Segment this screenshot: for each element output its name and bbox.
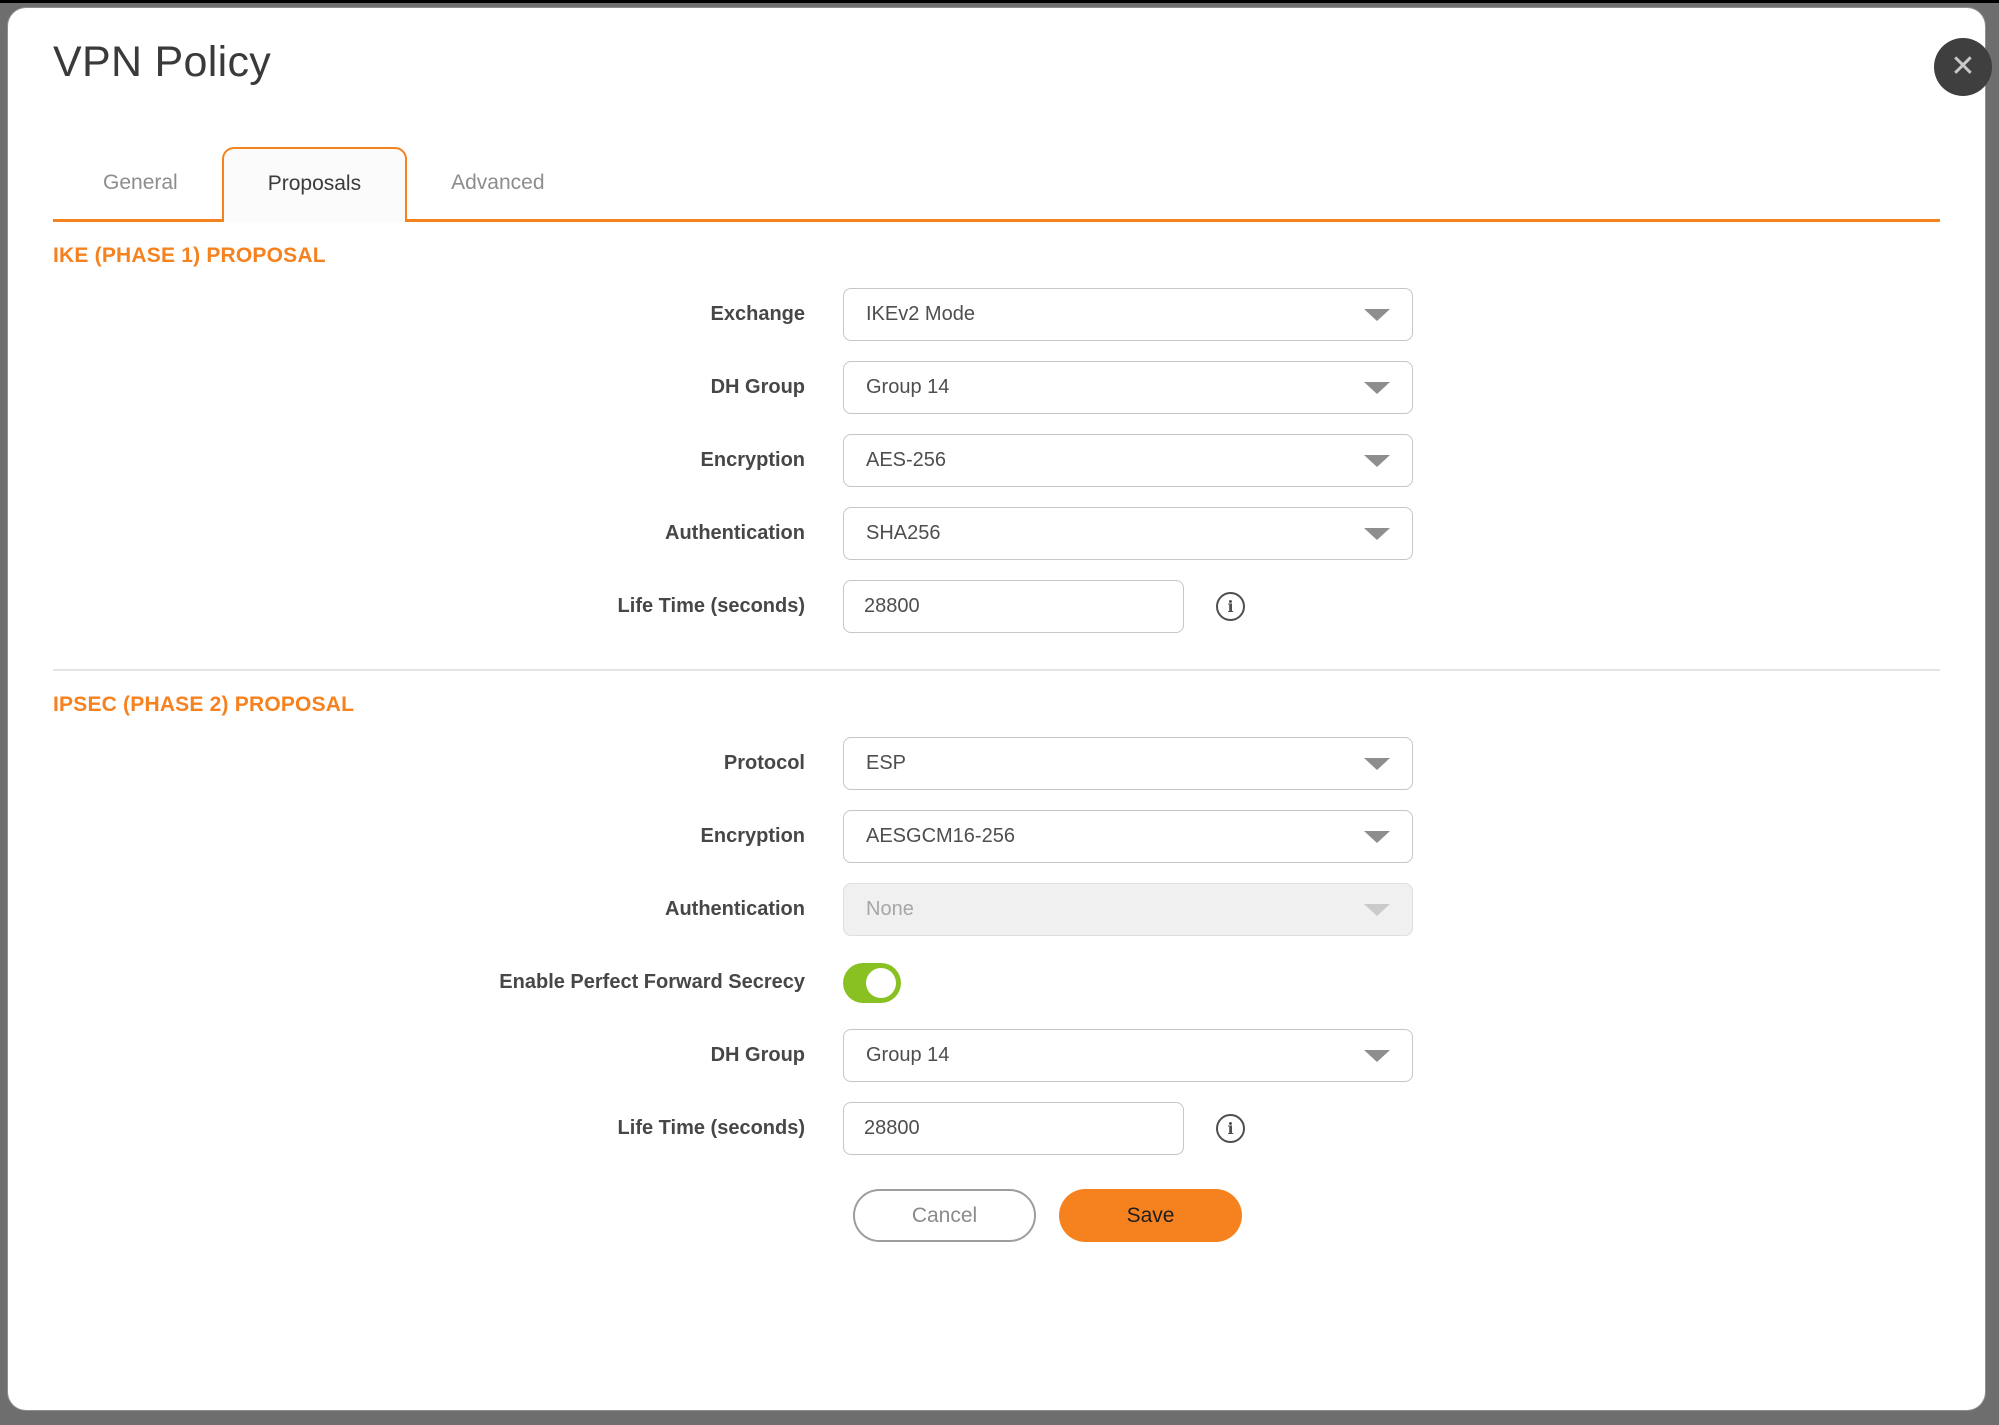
encryption-value: AESGCM16-256 bbox=[866, 825, 1015, 847]
vpn-policy-dialog: ✕ VPN Policy General Proposals Advanced … bbox=[8, 8, 1992, 1410]
chevron-down-icon bbox=[1364, 830, 1390, 843]
form-row-pfs: Enable Perfect Forward Secrecy bbox=[53, 956, 1940, 1009]
life-time-input[interactable] bbox=[843, 580, 1184, 633]
dh-group-select-p2[interactable]: Group 14 bbox=[843, 1029, 1413, 1082]
dh-group-value: Group 14 bbox=[866, 376, 950, 398]
pfs-label: Enable Perfect Forward Secrecy bbox=[499, 971, 805, 993]
form-row-protocol: Protocol ESP bbox=[53, 737, 1940, 790]
encryption-label: Encryption bbox=[700, 449, 805, 471]
tab-advanced[interactable]: Advanced bbox=[407, 147, 588, 219]
protocol-label: Protocol bbox=[723, 752, 805, 774]
authentication-label: Authentication bbox=[665, 898, 805, 920]
dh-group-label: DH Group bbox=[710, 1044, 805, 1066]
cancel-button[interactable]: Cancel bbox=[853, 1189, 1036, 1242]
chevron-down-icon bbox=[1364, 381, 1390, 394]
form-row-dh-group-p1: DH Group Group 14 bbox=[53, 361, 1940, 414]
life-time-label: Life Time (seconds) bbox=[617, 1117, 805, 1139]
close-glyph: ✕ bbox=[1950, 50, 1976, 83]
exchange-select[interactable]: IKEv2 Mode bbox=[843, 288, 1413, 341]
phase1-form: Exchange IKEv2 Mode DH Group Group 14 En… bbox=[53, 288, 1940, 633]
protocol-select[interactable]: ESP bbox=[843, 737, 1413, 790]
encryption-value: AES-256 bbox=[866, 449, 947, 471]
dh-group-label: DH Group bbox=[710, 376, 805, 398]
chevron-down-icon bbox=[1364, 903, 1390, 916]
chevron-down-icon bbox=[1364, 757, 1390, 770]
form-row-authentication-p1: Authentication SHA256 bbox=[53, 507, 1940, 560]
life-time-label: Life Time (seconds) bbox=[617, 595, 805, 617]
phase1-section-heading: IKE (PHASE 1) PROPOSAL bbox=[53, 244, 326, 267]
protocol-value: ESP bbox=[866, 752, 907, 774]
phase2-section-heading: IPSEC (PHASE 2) PROPOSAL bbox=[53, 693, 355, 716]
authentication-value: SHA256 bbox=[866, 522, 941, 544]
exchange-label: Exchange bbox=[710, 303, 805, 325]
encryption-label: Encryption bbox=[700, 825, 805, 847]
toggle-knob bbox=[866, 967, 896, 998]
action-buttons: Cancel Save bbox=[853, 1189, 1940, 1242]
tab-general[interactable]: General bbox=[59, 147, 222, 219]
form-row-encryption-p1: Encryption AES-256 bbox=[53, 434, 1940, 487]
info-icon[interactable]: i bbox=[1216, 592, 1245, 621]
form-row-life-time-p1: Life Time (seconds) i bbox=[53, 580, 1940, 633]
encryption-select[interactable]: AES-256 bbox=[843, 434, 1413, 487]
form-row-encryption-p2: Encryption AESGCM16-256 bbox=[53, 810, 1940, 863]
info-icon[interactable]: i bbox=[1216, 1114, 1245, 1143]
pfs-toggle[interactable] bbox=[843, 962, 901, 1003]
authentication-select-disabled: None bbox=[843, 883, 1413, 936]
encryption-select-p2[interactable]: AESGCM16-256 bbox=[843, 810, 1413, 863]
chevron-down-icon bbox=[1364, 1049, 1390, 1062]
form-row-life-time-p2: Life Time (seconds) i bbox=[53, 1102, 1940, 1155]
dh-group-value: Group 14 bbox=[866, 1044, 950, 1066]
tab-bar: General Proposals Advanced bbox=[53, 147, 1940, 222]
section-divider bbox=[53, 669, 1940, 671]
save-button[interactable]: Save bbox=[1059, 1189, 1242, 1242]
life-time-input-p2[interactable] bbox=[843, 1102, 1184, 1155]
chevron-down-icon bbox=[1364, 527, 1390, 540]
form-row-exchange: Exchange IKEv2 Mode bbox=[53, 288, 1940, 341]
exchange-value: IKEv2 Mode bbox=[866, 303, 975, 325]
chevron-down-icon bbox=[1364, 308, 1390, 321]
page-title: VPN Policy bbox=[53, 38, 272, 86]
authentication-value: None bbox=[866, 898, 914, 920]
form-row-dh-group-p2: DH Group Group 14 bbox=[53, 1029, 1940, 1082]
authentication-select[interactable]: SHA256 bbox=[843, 507, 1413, 560]
close-icon[interactable]: ✕ bbox=[1934, 38, 1992, 96]
chevron-down-icon bbox=[1364, 454, 1390, 467]
form-row-authentication-p2: Authentication None bbox=[53, 883, 1940, 936]
phase2-form: Protocol ESP Encryption AESGCM16-256 Aut… bbox=[53, 737, 1940, 1155]
tab-proposals[interactable]: Proposals bbox=[221, 147, 408, 222]
dh-group-select[interactable]: Group 14 bbox=[843, 361, 1413, 414]
authentication-label: Authentication bbox=[665, 522, 805, 544]
